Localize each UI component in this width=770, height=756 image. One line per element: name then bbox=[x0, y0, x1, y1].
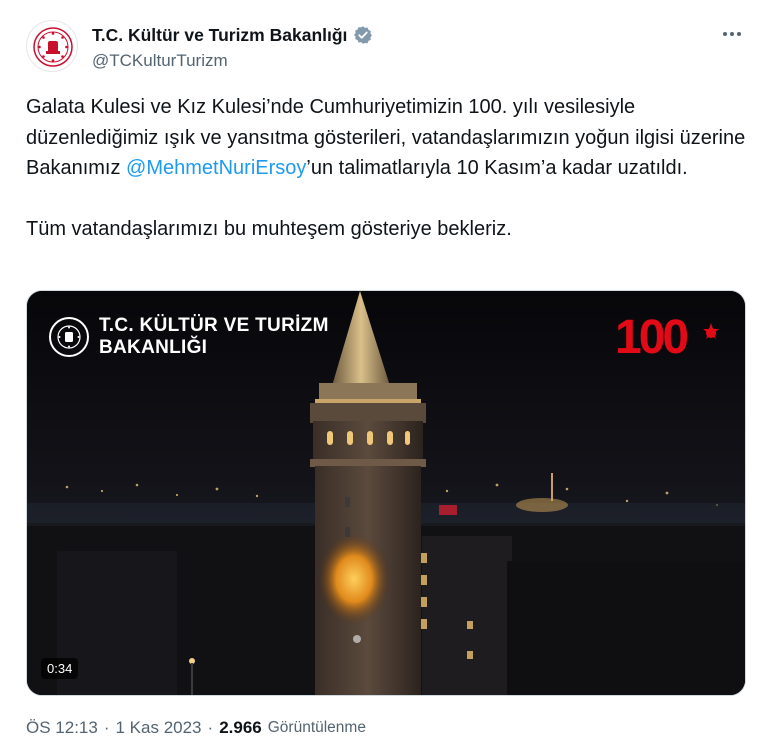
brand-line-1: T.C. KÜLTÜR VE TURİZM bbox=[99, 315, 329, 336]
verified-badge-icon bbox=[354, 26, 373, 44]
meta-separator: · bbox=[207, 718, 214, 737]
video-player[interactable]: T.C. KÜLTÜR VE TURİZM BAKANLIĞI 100 0:34 bbox=[26, 290, 746, 696]
name-row: T.C. Kültür ve Turizm Bakanlığı bbox=[92, 24, 373, 46]
more-options-button[interactable] bbox=[720, 22, 744, 46]
tweet-paragraph-2: Tüm vatandaşlarımızı bu muhteşem gösteri… bbox=[26, 218, 512, 240]
video-brand-text: T.C. KÜLTÜR VE TURİZM BAKANLIĞI bbox=[99, 315, 329, 359]
text-after-mention: ’un talimatlarıyla 10 Kasım’a kadar uzat… bbox=[306, 157, 688, 179]
tweet-paragraph-1: Galata Kulesi ve Kız Kulesi’nde Cumhuriy… bbox=[26, 92, 746, 184]
tweet-time[interactable]: ÖS 12:13 bbox=[26, 718, 98, 738]
views-count[interactable]: 2.966 bbox=[219, 718, 262, 738]
ministry-emblem-icon bbox=[33, 27, 73, 67]
avatar[interactable] bbox=[26, 20, 78, 72]
more-icon bbox=[723, 32, 741, 36]
mention-link[interactable]: @MehmetNuriErsoy bbox=[126, 157, 306, 179]
author-header: T.C. Kültür ve Turizm Bakanlığı @TCKultu… bbox=[92, 24, 373, 71]
video-brand-overlay: T.C. KÜLTÜR VE TURİZM BAKANLIĞI bbox=[49, 315, 329, 359]
ministry-logo-icon bbox=[49, 317, 89, 357]
meta-separator: · bbox=[103, 718, 110, 737]
tweet: T.C. Kültür ve Turizm Bakanlığı @TCKultu… bbox=[0, 0, 770, 756]
display-name[interactable]: T.C. Kültür ve Turizm Bakanlığı bbox=[92, 25, 347, 46]
views-label: Görüntülenme bbox=[267, 719, 366, 736]
tweet-text: Galata Kulesi ve Kız Kulesi’nde Cumhuriy… bbox=[26, 92, 746, 245]
video-duration: 0:34 bbox=[41, 658, 79, 679]
tweet-date[interactable]: 1 Kas 2023 bbox=[116, 718, 202, 738]
brand-line-2: BAKANLIĞI bbox=[99, 337, 208, 358]
centennial-100-logo: 100 bbox=[615, 309, 723, 366]
handle[interactable]: @TCKulturTurizm bbox=[92, 51, 373, 71]
badge-100-text: 100 bbox=[615, 311, 687, 361]
tweet-meta: ÖS 12:13 · 1 Kas 2023 · 2.966 Görüntülen… bbox=[26, 718, 366, 738]
